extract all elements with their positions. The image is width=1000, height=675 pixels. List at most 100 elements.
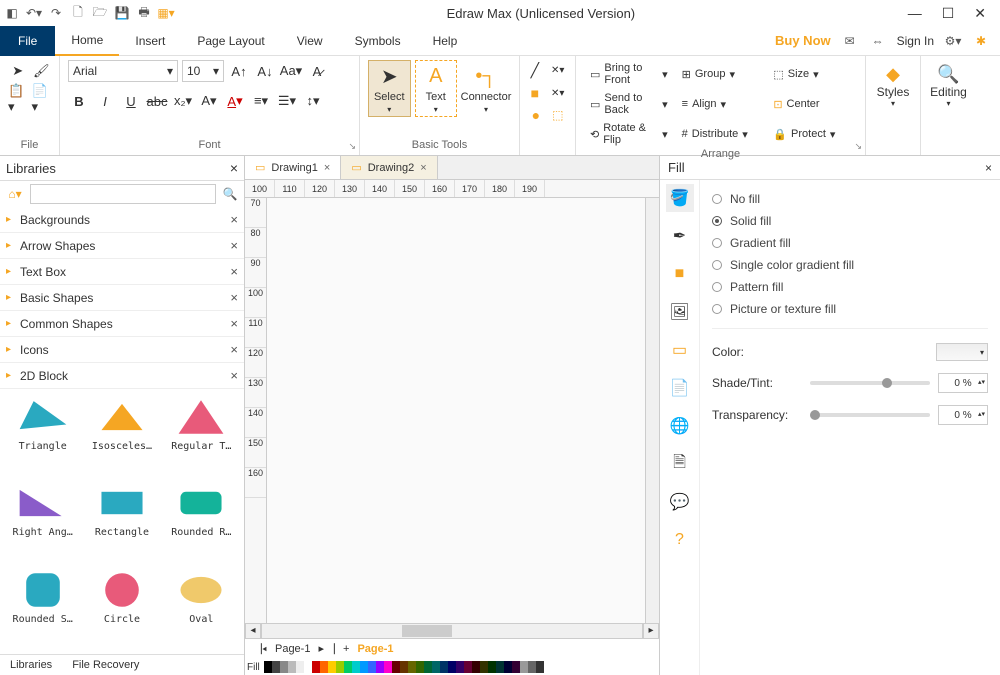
- arrange-expand-icon[interactable]: ↘: [854, 141, 862, 152]
- center-button[interactable]: ⊡ Center: [767, 90, 857, 118]
- text-tool[interactable]: AText▾: [415, 60, 458, 117]
- shape-regular-triangle[interactable]: Regular T…: [163, 393, 240, 477]
- horizontal-scrollbar[interactable]: ◂ ▸: [245, 623, 659, 639]
- fill-tab-comment-icon[interactable]: 💬: [666, 488, 694, 516]
- shade-spinner[interactable]: 0 %▴▾: [938, 373, 988, 393]
- share-icon[interactable]: ⇔: [869, 32, 887, 50]
- fill-tab-bucket-icon[interactable]: 🪣: [666, 184, 694, 212]
- library-section[interactable]: ▸Text Box×: [0, 259, 244, 285]
- color-picker[interactable]: ▾: [936, 343, 988, 361]
- more-rect-icon[interactable]: ✕▾: [551, 88, 564, 99]
- tab-symbols[interactable]: Symbols: [339, 26, 417, 56]
- color-swatch[interactable]: [432, 661, 440, 673]
- paste-icon[interactable]: 📄▾: [32, 88, 52, 110]
- color-swatch[interactable]: [488, 661, 496, 673]
- strike-button[interactable]: abc: [146, 90, 168, 112]
- color-swatch[interactable]: [336, 661, 344, 673]
- fill-option[interactable]: Single color gradient fill: [712, 254, 988, 276]
- section-close-icon[interactable]: ×: [230, 264, 238, 279]
- library-search-input[interactable]: [30, 184, 216, 204]
- shade-slider[interactable]: [810, 381, 930, 385]
- italic-button[interactable]: I: [94, 90, 116, 112]
- fill-tab-doc-icon[interactable]: 📄: [666, 374, 694, 402]
- fill-option[interactable]: No fill: [712, 188, 988, 210]
- library-section[interactable]: ▸Backgrounds×: [0, 207, 244, 233]
- section-close-icon[interactable]: ×: [230, 368, 238, 383]
- distribute-button[interactable]: # Distribute ▾: [676, 120, 766, 148]
- font-expand-icon[interactable]: ↘: [348, 141, 356, 152]
- color-swatch[interactable]: [344, 661, 352, 673]
- foot-libraries[interactable]: Libraries: [0, 655, 62, 675]
- doc-tab-2[interactable]: ▭Drawing2×: [341, 156, 437, 179]
- bold-button[interactable]: B: [68, 90, 90, 112]
- color-swatch[interactable]: [368, 661, 376, 673]
- bring-front-button[interactable]: ▭ Bring to Front ▾: [584, 60, 674, 88]
- minimize-icon[interactable]: —: [908, 5, 922, 22]
- crop-icon[interactable]: ⬚: [552, 108, 563, 122]
- color-swatch[interactable]: [288, 661, 296, 673]
- spacing-button[interactable]: ↕▾: [302, 90, 324, 112]
- subscript-button[interactable]: x₂▾: [172, 90, 194, 112]
- page-nav-icon[interactable]: ⎹◂: [251, 643, 267, 656]
- file-menu[interactable]: File: [0, 26, 55, 56]
- library-section[interactable]: ▸Basic Shapes×: [0, 285, 244, 311]
- library-section[interactable]: ▸2D Block×: [0, 363, 244, 389]
- buy-now-link[interactable]: Buy Now: [775, 33, 831, 48]
- color-swatch[interactable]: [472, 661, 480, 673]
- color-swatch[interactable]: [392, 661, 400, 673]
- doc-tab-1[interactable]: ▭Drawing1×: [245, 156, 341, 179]
- tab-page-layout[interactable]: Page Layout: [181, 26, 280, 56]
- color-swatch[interactable]: [400, 661, 408, 673]
- home-icon[interactable]: ⌂▾: [4, 184, 26, 204]
- editing-button[interactable]: 🔍Editing▾: [929, 60, 968, 112]
- fill-option[interactable]: Picture or texture fill: [712, 298, 988, 320]
- library-section[interactable]: ▸Common Shapes×: [0, 311, 244, 337]
- size-button[interactable]: ⬚ Size ▾: [767, 60, 857, 88]
- more-lines-icon[interactable]: ✕▾: [551, 65, 564, 76]
- color-swatch[interactable]: [376, 661, 384, 673]
- color-swatch[interactable]: [296, 661, 304, 673]
- page-nav-next-icon[interactable]: ▸⎹: [318, 642, 335, 656]
- styles-button[interactable]: ◆Styles▾: [874, 60, 912, 112]
- rotate-flip-button[interactable]: ⟲ Rotate & Flip ▾: [584, 120, 674, 148]
- case-icon[interactable]: Aa▾: [280, 60, 302, 82]
- scroll-right-icon[interactable]: ▸: [643, 623, 659, 639]
- clear-format-icon[interactable]: A̷: [306, 60, 328, 82]
- color-swatch[interactable]: [384, 661, 392, 673]
- scroll-left-icon[interactable]: ◂: [245, 623, 261, 639]
- color-swatch[interactable]: [264, 661, 272, 673]
- shape-rounded-square[interactable]: Rounded S…: [4, 566, 81, 650]
- fill-option[interactable]: Pattern fill: [712, 276, 988, 298]
- section-close-icon[interactable]: ×: [230, 290, 238, 305]
- fill-close-icon[interactable]: ×: [985, 161, 992, 175]
- font-selector[interactable]: Arial▾: [68, 60, 178, 82]
- options-icon[interactable]: ▦▾: [158, 5, 174, 21]
- fill-option[interactable]: Solid fill: [712, 210, 988, 232]
- protect-button[interactable]: 🔒 Protect ▾: [767, 120, 857, 148]
- trans-slider[interactable]: [810, 413, 930, 417]
- tab-view[interactable]: View: [281, 26, 339, 56]
- align-button-arr[interactable]: ≡ Align ▾: [676, 90, 766, 118]
- section-close-icon[interactable]: ×: [230, 238, 238, 253]
- open-icon[interactable]: 🗁: [92, 5, 108, 21]
- library-section[interactable]: ▸Icons×: [0, 337, 244, 363]
- shrink-font-icon[interactable]: A↓: [254, 60, 276, 82]
- shape-triangle[interactable]: Triangle: [4, 393, 81, 477]
- color-swatch[interactable]: [504, 661, 512, 673]
- color-swatch[interactable]: [424, 661, 432, 673]
- color-swatch[interactable]: [448, 661, 456, 673]
- vertical-scrollbar[interactable]: [645, 198, 659, 623]
- page-tab[interactable]: Page-1: [275, 643, 310, 655]
- grow-font-icon[interactable]: A↑: [228, 60, 250, 82]
- color-swatch[interactable]: [328, 661, 336, 673]
- color-swatch[interactable]: [312, 661, 320, 673]
- fill-tab-help-icon[interactable]: ?: [666, 526, 694, 554]
- print-icon[interactable]: 🖶: [136, 5, 152, 21]
- redo-icon[interactable]: ↷: [48, 5, 64, 21]
- color-swatch[interactable]: [280, 661, 288, 673]
- section-close-icon[interactable]: ×: [230, 342, 238, 357]
- envelope-icon[interactable]: ✉: [841, 32, 859, 50]
- section-close-icon[interactable]: ×: [230, 212, 238, 227]
- add-page-icon[interactable]: +: [343, 643, 349, 655]
- color-swatch[interactable]: [464, 661, 472, 673]
